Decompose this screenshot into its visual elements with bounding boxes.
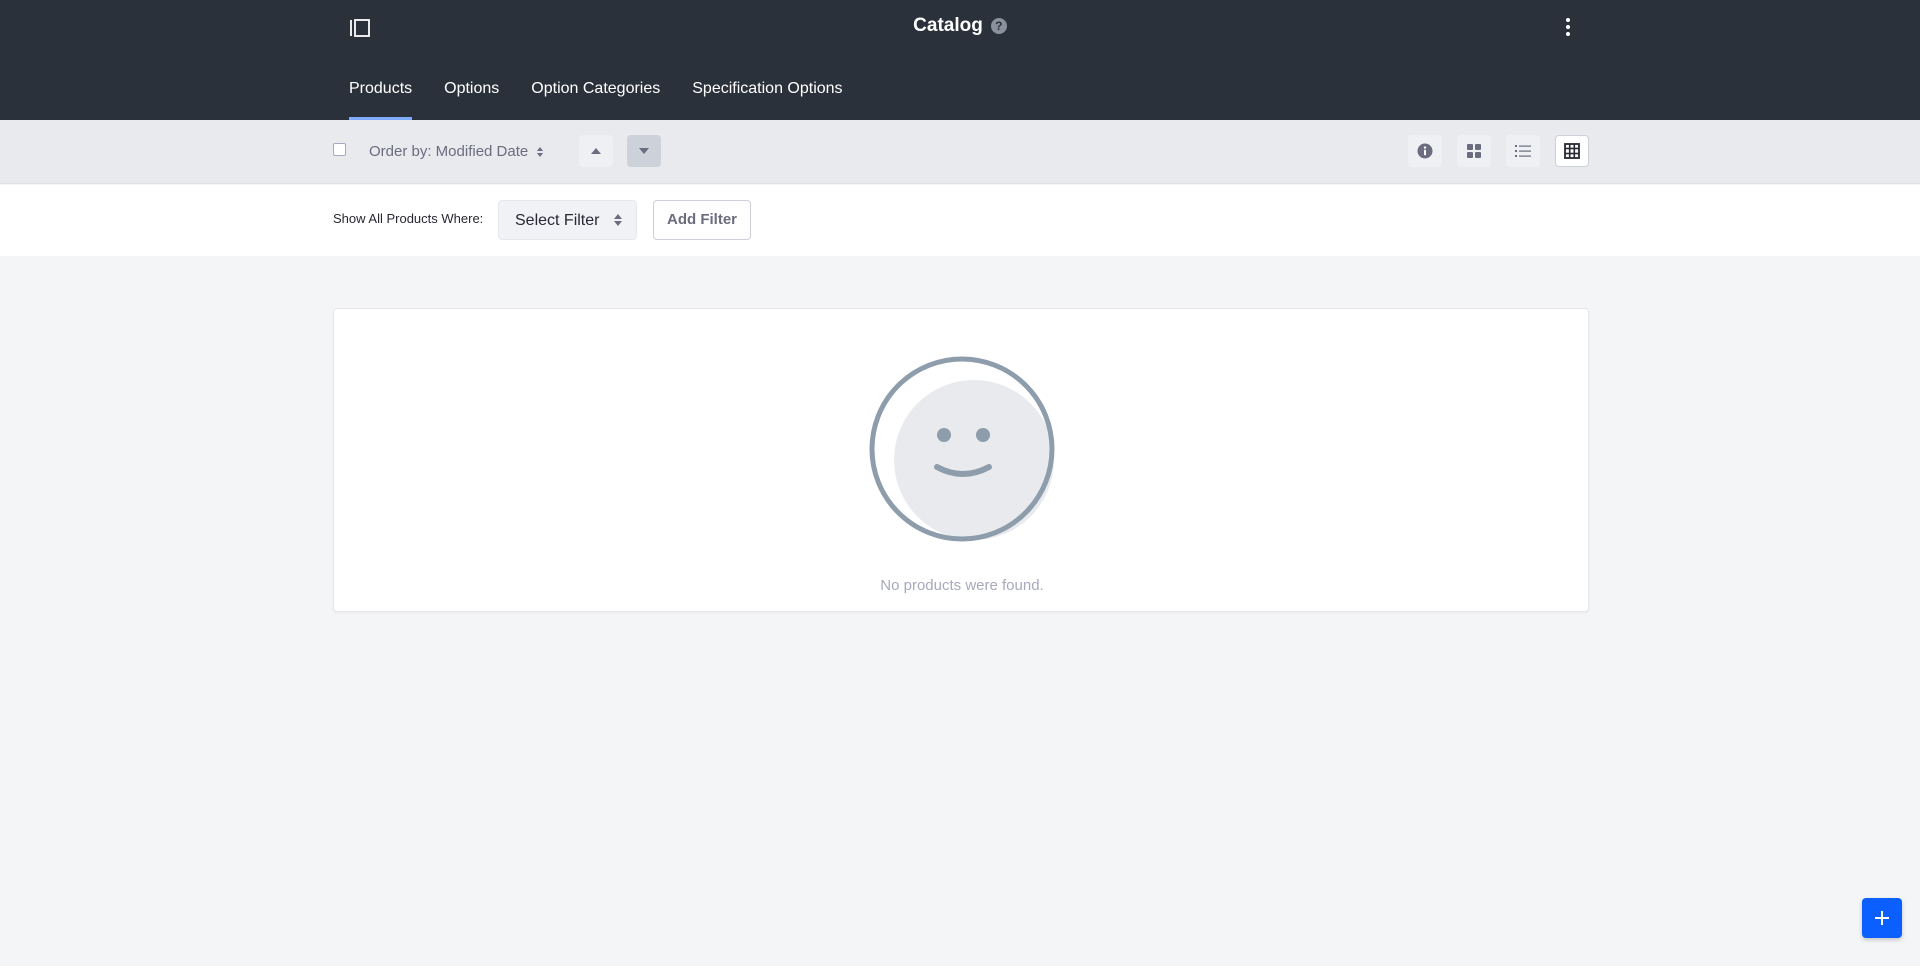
tab-options[interactable]: Options (444, 78, 499, 120)
caret-double-icon (614, 214, 622, 226)
filter-select[interactable]: Select Filter (498, 200, 637, 240)
add-filter-button[interactable]: Add Filter (653, 200, 751, 240)
help-icon[interactable]: ? (990, 18, 1007, 34)
info-circle-icon (1417, 143, 1433, 159)
caret-up-icon (591, 148, 601, 154)
list-view-button[interactable] (1506, 135, 1540, 167)
select-all-checkbox[interactable] (333, 143, 346, 156)
table-view-button[interactable] (1555, 135, 1589, 167)
order-by-dropdown[interactable]: Order by: Modified Date (369, 143, 544, 160)
tab-option-categories[interactable]: Option Categories (531, 78, 660, 120)
sort-descending-button[interactable] (627, 135, 661, 167)
tab-specification-options[interactable]: Specification Options (692, 78, 842, 120)
ellipsis-vertical-icon[interactable] (1558, 14, 1578, 40)
plus-icon (1875, 911, 1889, 925)
cards-icon (1467, 144, 1481, 158)
tab-products[interactable]: Products (349, 78, 413, 120)
info-button[interactable] (1408, 135, 1442, 167)
tab-bar: Products Options Option Categories Speci… (349, 78, 875, 120)
management-toolbar: Order by: Modified Date (0, 120, 1920, 184)
filter-select-value: Select Filter (515, 212, 600, 229)
filter-bar: Show All Products Where: Select Filter A… (0, 185, 1920, 256)
table-icon (1564, 143, 1580, 159)
top-navigation-bar: Catalog? Products Options Option Categor… (0, 0, 1920, 120)
caret-double-icon (537, 146, 544, 157)
caret-down-icon (639, 148, 649, 154)
add-product-button[interactable] (1862, 898, 1902, 938)
list-icon (1515, 145, 1531, 157)
smiley-face-icon (869, 356, 1055, 542)
order-by-label: Order by: Modified Date (369, 143, 529, 160)
sort-ascending-button[interactable] (579, 135, 613, 167)
cards-view-button[interactable] (1457, 135, 1491, 167)
empty-state-message: No products were found. (880, 577, 1044, 594)
empty-state-card: No products were found. (333, 308, 1589, 612)
page-title-wrapper: Catalog? (0, 15, 1920, 37)
filter-label: Show All Products Where: (333, 211, 484, 226)
page-title: Catalog (913, 15, 983, 36)
